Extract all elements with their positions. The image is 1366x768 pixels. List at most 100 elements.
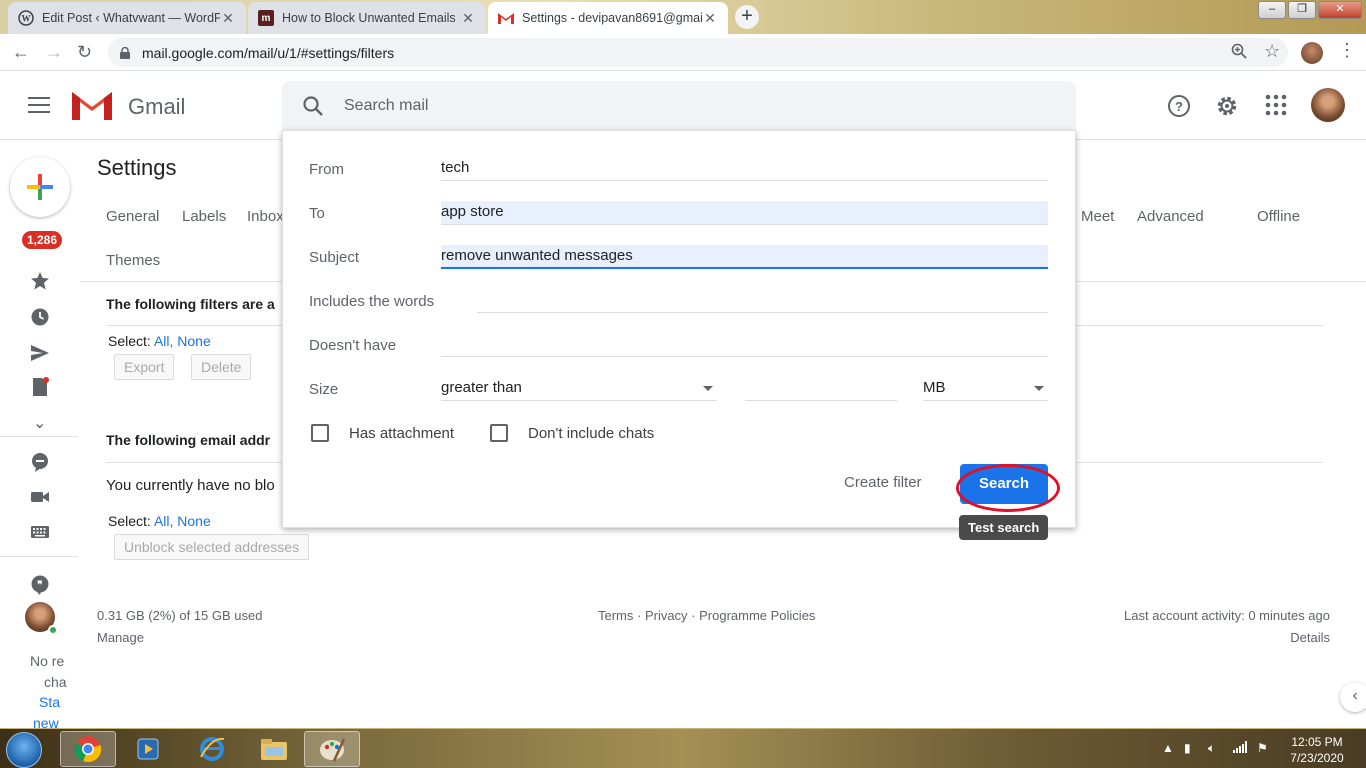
- close-tab-icon[interactable]: ✕: [702, 10, 718, 27]
- blocked-select-row: Select: All, None: [108, 513, 211, 529]
- chrome-menu-icon[interactable]: ⋮: [1338, 40, 1356, 61]
- system-clock[interactable]: 12:05 PM 7/23/2020: [1282, 734, 1352, 766]
- chrome-profile-avatar[interactable]: [1301, 42, 1323, 64]
- activity-details-link[interactable]: Details: [1290, 630, 1330, 645]
- tab-offline[interactable]: Offline: [1257, 208, 1300, 225]
- select-all-link[interactable]: All,: [154, 513, 173, 529]
- search-mail-box[interactable]: Search mail: [282, 81, 1076, 131]
- start-new-chat-link[interactable]: Sta: [39, 694, 60, 710]
- apps-grid-icon[interactable]: [1265, 94, 1287, 116]
- search-icon[interactable]: [302, 95, 324, 117]
- from-label: From: [309, 161, 344, 178]
- delete-button[interactable]: Delete: [191, 354, 252, 380]
- compose-button[interactable]: [10, 157, 70, 217]
- side-panel-toggle-icon[interactable]: ‹: [1340, 682, 1366, 712]
- paint-icon: [320, 738, 346, 762]
- network-signal-icon[interactable]: [1233, 741, 1247, 756]
- tab-advanced[interactable]: Advanced: [1137, 208, 1204, 225]
- action-center-flag-icon[interactable]: ⚑: [1257, 741, 1268, 755]
- select-label: Select:: [108, 333, 151, 349]
- window-close-button[interactable]: ✕: [1318, 1, 1362, 19]
- bookmark-star-icon[interactable]: ☆: [1264, 41, 1280, 62]
- tab-meet[interactable]: Meet: [1081, 208, 1114, 225]
- meet-video-icon[interactable]: [30, 487, 50, 507]
- main-menu-icon[interactable]: [28, 97, 50, 113]
- taskbar-paint[interactable]: [304, 731, 360, 767]
- has-attachment-checkbox[interactable]: [311, 424, 329, 442]
- manage-storage-link[interactable]: Manage: [97, 630, 144, 645]
- forward-arrow-icon[interactable]: →: [45, 42, 63, 63]
- windows-start-button[interactable]: [6, 732, 42, 768]
- gmail-wordmark: Gmail: [128, 94, 186, 119]
- more-chevron-icon[interactable]: ⌄: [33, 413, 46, 433]
- volume-icon[interactable]: 🔈︎: [1208, 741, 1215, 756]
- blocked-empty-text: You currently have no blo: [106, 477, 275, 494]
- dont-include-chats-checkbox[interactable]: [490, 424, 508, 442]
- minimize-button[interactable]: –: [1258, 1, 1286, 19]
- storage-usage: 0.31 GB (2%) of 15 GB used: [97, 608, 263, 623]
- inbox-unread-badge[interactable]: 1,286: [22, 231, 63, 249]
- media-player-icon: [137, 738, 159, 760]
- to-field[interactable]: app store: [441, 201, 1048, 225]
- select-label: Select:: [108, 513, 151, 529]
- compose-plus-icon: [27, 174, 53, 200]
- chat-icon[interactable]: [30, 452, 50, 472]
- starred-icon[interactable]: [30, 271, 50, 291]
- omnibox[interactable]: mail.google.com/mail/u/1/#settings/filte…: [108, 38, 1288, 67]
- includes-words-field[interactable]: [477, 289, 1048, 313]
- help-icon[interactable]: ?: [1167, 94, 1191, 118]
- size-value-field[interactable]: [745, 377, 897, 401]
- zoom-icon[interactable]: [1231, 43, 1247, 64]
- whatvwant-icon: m: [258, 10, 274, 26]
- unblock-button[interactable]: Unblock selected addresses: [114, 534, 310, 560]
- subject-field[interactable]: remove unwanted messages: [441, 245, 1048, 269]
- account-avatar[interactable]: [1311, 88, 1345, 122]
- tab-general[interactable]: General: [106, 208, 159, 225]
- select-all-link[interactable]: All,: [154, 333, 173, 349]
- new-tab-button[interactable]: +: [735, 5, 759, 29]
- keyboard-icon[interactable]: [30, 522, 50, 542]
- settings-gear-icon[interactable]: [1215, 94, 1239, 118]
- size-operator-select[interactable]: greater than: [441, 377, 717, 401]
- doesnt-have-field[interactable]: [441, 333, 1048, 357]
- tab-labels[interactable]: Labels: [182, 208, 226, 225]
- taskbar-ie[interactable]: [184, 731, 240, 767]
- reload-icon[interactable]: ↻: [77, 42, 92, 63]
- create-filter-button[interactable]: Create filter: [844, 474, 922, 491]
- dont-include-chats-label[interactable]: Don't include chats: [528, 425, 654, 442]
- size-unit-value: MB: [923, 379, 946, 396]
- taskbar-explorer[interactable]: [246, 731, 302, 767]
- close-tab-icon[interactable]: ✕: [220, 10, 236, 27]
- close-tab-icon[interactable]: ✕: [460, 10, 476, 27]
- filters-heading: The following filters are a: [106, 296, 275, 312]
- browser-tab-wordpress[interactable]: W Edit Post ‹ Whatvwant — WordPr ✕: [8, 2, 246, 34]
- has-attachment-label[interactable]: Has attachment: [349, 425, 454, 442]
- tab-themes[interactable]: Themes: [106, 252, 160, 269]
- blocked-heading: The following email addr: [106, 432, 271, 448]
- maximize-button[interactable]: ❐: [1288, 1, 1316, 19]
- footer-links[interactable]: Terms · Privacy · Programme Policies: [598, 608, 815, 623]
- from-field[interactable]: tech: [441, 157, 1048, 181]
- select-none-link[interactable]: None: [177, 333, 210, 349]
- gmail-icon: [498, 10, 514, 26]
- sent-icon[interactable]: [30, 343, 50, 363]
- back-arrow-icon[interactable]: ←: [12, 42, 30, 63]
- drafts-icon[interactable]: [30, 377, 50, 397]
- size-unit-select[interactable]: MB: [923, 377, 1048, 401]
- select-none-link[interactable]: None: [177, 513, 210, 529]
- rail-divider: [0, 436, 78, 437]
- gmail-logo-icon[interactable]: [70, 88, 114, 122]
- taskbar-media-player[interactable]: [120, 731, 176, 767]
- browser-tab-settings[interactable]: Settings - devipavan8691@gmail ✕: [488, 2, 728, 34]
- dropdown-arrow-icon: [1034, 386, 1044, 391]
- browser-tab-howto[interactable]: m How to Block Unwanted Emails in ✕: [248, 2, 486, 34]
- taskbar-chrome[interactable]: [60, 731, 116, 767]
- show-hidden-icons[interactable]: ▲: [1162, 741, 1174, 755]
- power-tray-icon[interactable]: ▮: [1184, 741, 1191, 755]
- hangouts-icon[interactable]: ❞: [30, 575, 50, 595]
- snoozed-clock-icon[interactable]: [30, 307, 50, 327]
- tab-inbox[interactable]: Inbox: [247, 208, 284, 225]
- export-button[interactable]: Export: [114, 354, 175, 380]
- window-controls: – ❐ ✕: [1258, 1, 1362, 19]
- dropdown-arrow-icon: [703, 386, 713, 391]
